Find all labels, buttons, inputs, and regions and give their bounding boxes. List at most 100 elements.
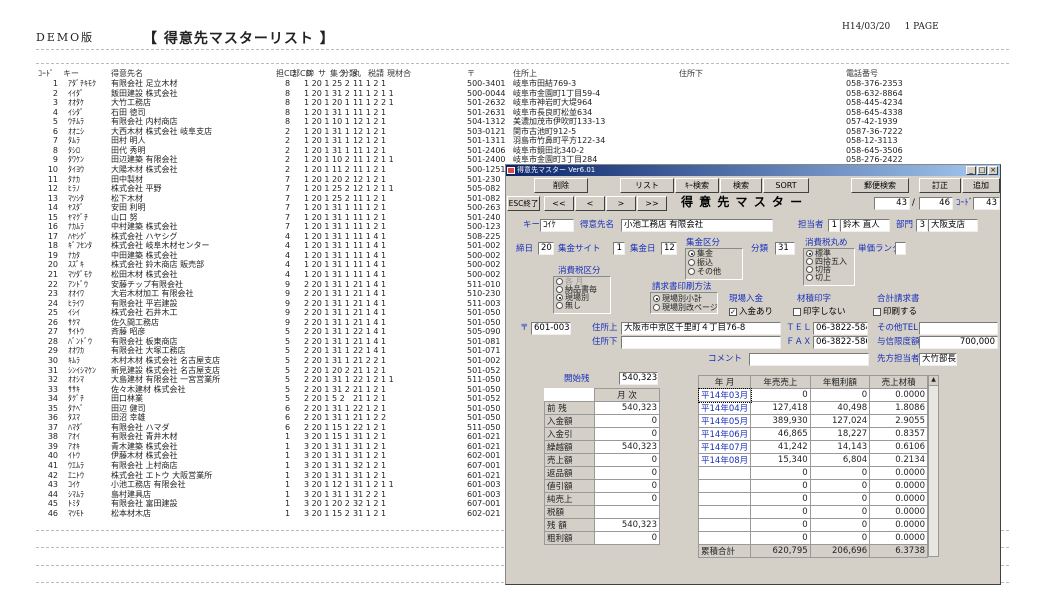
genba-checkbox[interactable]: ✓ 入金あり bbox=[729, 306, 773, 318]
grid-row[interactable]: 平14年07月 41,242 14,143 0.6106 bbox=[697, 440, 928, 454]
balance-value[interactable]: 0 bbox=[594, 414, 660, 428]
report-cell-key: ﾊﾔｼｸﾞ bbox=[68, 231, 88, 241]
grid-row[interactable]: 平14年03月 0 0 0.0000 bbox=[697, 387, 928, 403]
grid-row[interactable]: 0 0 0.0000 bbox=[697, 531, 928, 545]
report-cell-no: 37 bbox=[47, 422, 58, 432]
grid-row[interactable]: 0 0 0.0000 bbox=[697, 492, 928, 506]
shukin-field[interactable]: 12 bbox=[661, 242, 677, 255]
balance-value[interactable]: 0 bbox=[594, 479, 660, 493]
site-field[interactable]: 1 bbox=[613, 242, 625, 255]
balance-value[interactable]: 0 bbox=[594, 531, 660, 545]
tax-radio-none[interactable]: 無し bbox=[556, 301, 581, 310]
report-cell-nums: 1 20 1 31 1 bbox=[304, 260, 350, 270]
kubun-radio-furikomi[interactable]: 振込 bbox=[688, 258, 713, 267]
seikyu-radio-pagebreak[interactable]: 現場別改ページ bbox=[653, 303, 718, 312]
last-record-button[interactable]: >> bbox=[637, 196, 667, 211]
report-cell-name: 新見建設 株式会社 名古屋支店 bbox=[111, 365, 221, 375]
scroll-up-icon[interactable]: ▲ bbox=[929, 376, 938, 386]
minimize-button[interactable]: _ bbox=[966, 166, 976, 175]
balance-value[interactable]: 0 bbox=[594, 453, 660, 467]
grid-row[interactable]: 平14年08月 15,340 6,804 0.2134 bbox=[697, 453, 928, 467]
grid-row[interactable]: 0 0 0.0000 bbox=[697, 518, 928, 532]
balance-value[interactable]: 540,323 bbox=[594, 401, 660, 415]
report-cell-cls: 21 1 2 1 bbox=[353, 384, 387, 394]
grid-row[interactable]: 0 0 0.0000 bbox=[697, 466, 928, 480]
delete-button[interactable]: 削除 bbox=[534, 178, 588, 193]
kubun-radio-other[interactable]: その他 bbox=[688, 267, 721, 276]
shime-field[interactable]: 20 bbox=[538, 242, 554, 255]
report-cell-t: 1 bbox=[285, 432, 291, 442]
first-record-button[interactable]: << bbox=[544, 196, 574, 211]
report-cell-nums: 2 20 1 31 1 bbox=[304, 298, 350, 308]
comment-field[interactable] bbox=[749, 353, 869, 366]
key-field[interactable]: ｺｲｹ bbox=[540, 219, 574, 232]
saki-field[interactable]: 大竹部長 bbox=[919, 353, 957, 366]
postal-search-button[interactable]: 郵便検索 bbox=[851, 178, 909, 193]
seikyu-radio-subtotal[interactable]: 現場別小計 bbox=[653, 294, 702, 303]
tanto-code-field[interactable]: 1 bbox=[828, 219, 840, 232]
grid-row[interactable]: 平14年04月 127,418 40,498 1.8086 bbox=[697, 401, 928, 415]
report-cell-nums: 2 20 1 31 1 bbox=[304, 403, 350, 413]
search-button[interactable]: 検索 bbox=[720, 178, 762, 193]
other-tel-field[interactable] bbox=[919, 322, 998, 335]
grid-cell-vol: 0.0000 bbox=[869, 518, 928, 532]
report-col-header: 税請 bbox=[368, 69, 384, 78]
bunrui-field[interactable]: 31 bbox=[775, 242, 795, 255]
edit-button[interactable]: 訂正 bbox=[919, 178, 961, 193]
balance-value[interactable]: 0 bbox=[594, 427, 660, 441]
maximize-button[interactable]: □ bbox=[977, 166, 987, 175]
key-search-button[interactable]: ｷｰ検索 bbox=[675, 178, 719, 193]
report-col-header: 締 bbox=[306, 69, 314, 78]
divider bbox=[36, 49, 1009, 50]
gokei-checkbox[interactable]: 印刷する bbox=[873, 306, 917, 318]
report-cell-zip: 601-003 bbox=[467, 489, 501, 499]
tanka-field[interactable] bbox=[895, 242, 906, 255]
grid-cell-vol: 0.0000 bbox=[869, 531, 928, 545]
report-cell-t: 7 bbox=[285, 203, 291, 213]
tel-field[interactable]: 06-3822-5848 bbox=[813, 322, 868, 335]
grid-row[interactable]: 0 0 0.0000 bbox=[697, 505, 928, 519]
report-cell-key: ﾄﾐﾀ bbox=[68, 499, 80, 509]
sort-button[interactable]: SORT bbox=[763, 178, 809, 193]
exit-button[interactable]: ESC終了 bbox=[507, 196, 540, 211]
code-field[interactable]: 43 bbox=[973, 197, 1000, 210]
list-button[interactable]: リスト bbox=[620, 178, 674, 193]
grid-row[interactable]: 0 0 0.0000 bbox=[697, 479, 928, 493]
balance-value[interactable]: 540,323 bbox=[594, 518, 660, 532]
credit-field[interactable]: 700,000 bbox=[919, 336, 998, 349]
balance-value[interactable]: 0 bbox=[594, 466, 660, 480]
grid-row[interactable]: 平14年06月 46,865 18,227 0.8357 bbox=[697, 427, 928, 441]
report-cell-key: ｼﾏﾑﾗ bbox=[68, 489, 84, 499]
kaishi-field[interactable]: 540,323 bbox=[619, 372, 658, 385]
balance-value[interactable]: 0 bbox=[594, 492, 660, 506]
fax-field[interactable]: 06-3822-5867 bbox=[813, 336, 868, 349]
addr2-field[interactable] bbox=[621, 336, 781, 349]
report-cell-nums: 3 20 1 15 1 bbox=[304, 432, 350, 442]
report-cell-cls: 22 1 4 1 bbox=[353, 346, 387, 356]
add-button[interactable]: 追加 bbox=[962, 178, 1000, 193]
close-button[interactable]: × bbox=[988, 166, 998, 175]
grid-cell-sales: 0 bbox=[750, 388, 811, 402]
grid-row[interactable]: 平14年05月 389,930 127,024 2.9055 bbox=[697, 414, 928, 428]
addr1-field[interactable]: 大阪市中京区千里町４丁目76-8 bbox=[621, 322, 781, 335]
next-record-button[interactable]: > bbox=[606, 196, 636, 211]
checkbox-icon: ✓ bbox=[729, 307, 737, 316]
report-cell-nums: 3 20 1 20 2 bbox=[304, 499, 350, 509]
bumon-code-field[interactable]: 3 bbox=[916, 219, 928, 232]
report-cell-cls: 11 1 2 1 bbox=[353, 145, 387, 155]
zaimoku-checkbox[interactable]: 印字しない bbox=[793, 306, 846, 318]
marume-radio-ceil[interactable]: 切上 bbox=[806, 273, 831, 282]
customer-name-field[interactable]: 小池工務店 有限会社 bbox=[621, 219, 773, 232]
zip-field[interactable]: 601-0031 bbox=[531, 322, 571, 335]
grid-cell-vol: 0.0000 bbox=[869, 466, 928, 480]
grid-scrollbar[interactable]: ▲ bbox=[928, 375, 939, 557]
grid-cell-sales: 15,340 bbox=[750, 453, 811, 467]
report-cell-key: ｵｵｼﾏ bbox=[68, 375, 84, 385]
balance-value[interactable]: 540,323 bbox=[594, 440, 660, 454]
report-cell-name: 田中製材 bbox=[111, 174, 143, 184]
kubun-radio-shukin[interactable]: 集金 bbox=[688, 249, 713, 258]
balance-value[interactable] bbox=[594, 505, 660, 519]
prev-record-button[interactable]: < bbox=[575, 196, 605, 211]
window-titlebar[interactable]: 得意先マスター Ver6.01 _ □ × bbox=[506, 165, 1000, 176]
addr2-label: 住所下 bbox=[592, 337, 618, 347]
